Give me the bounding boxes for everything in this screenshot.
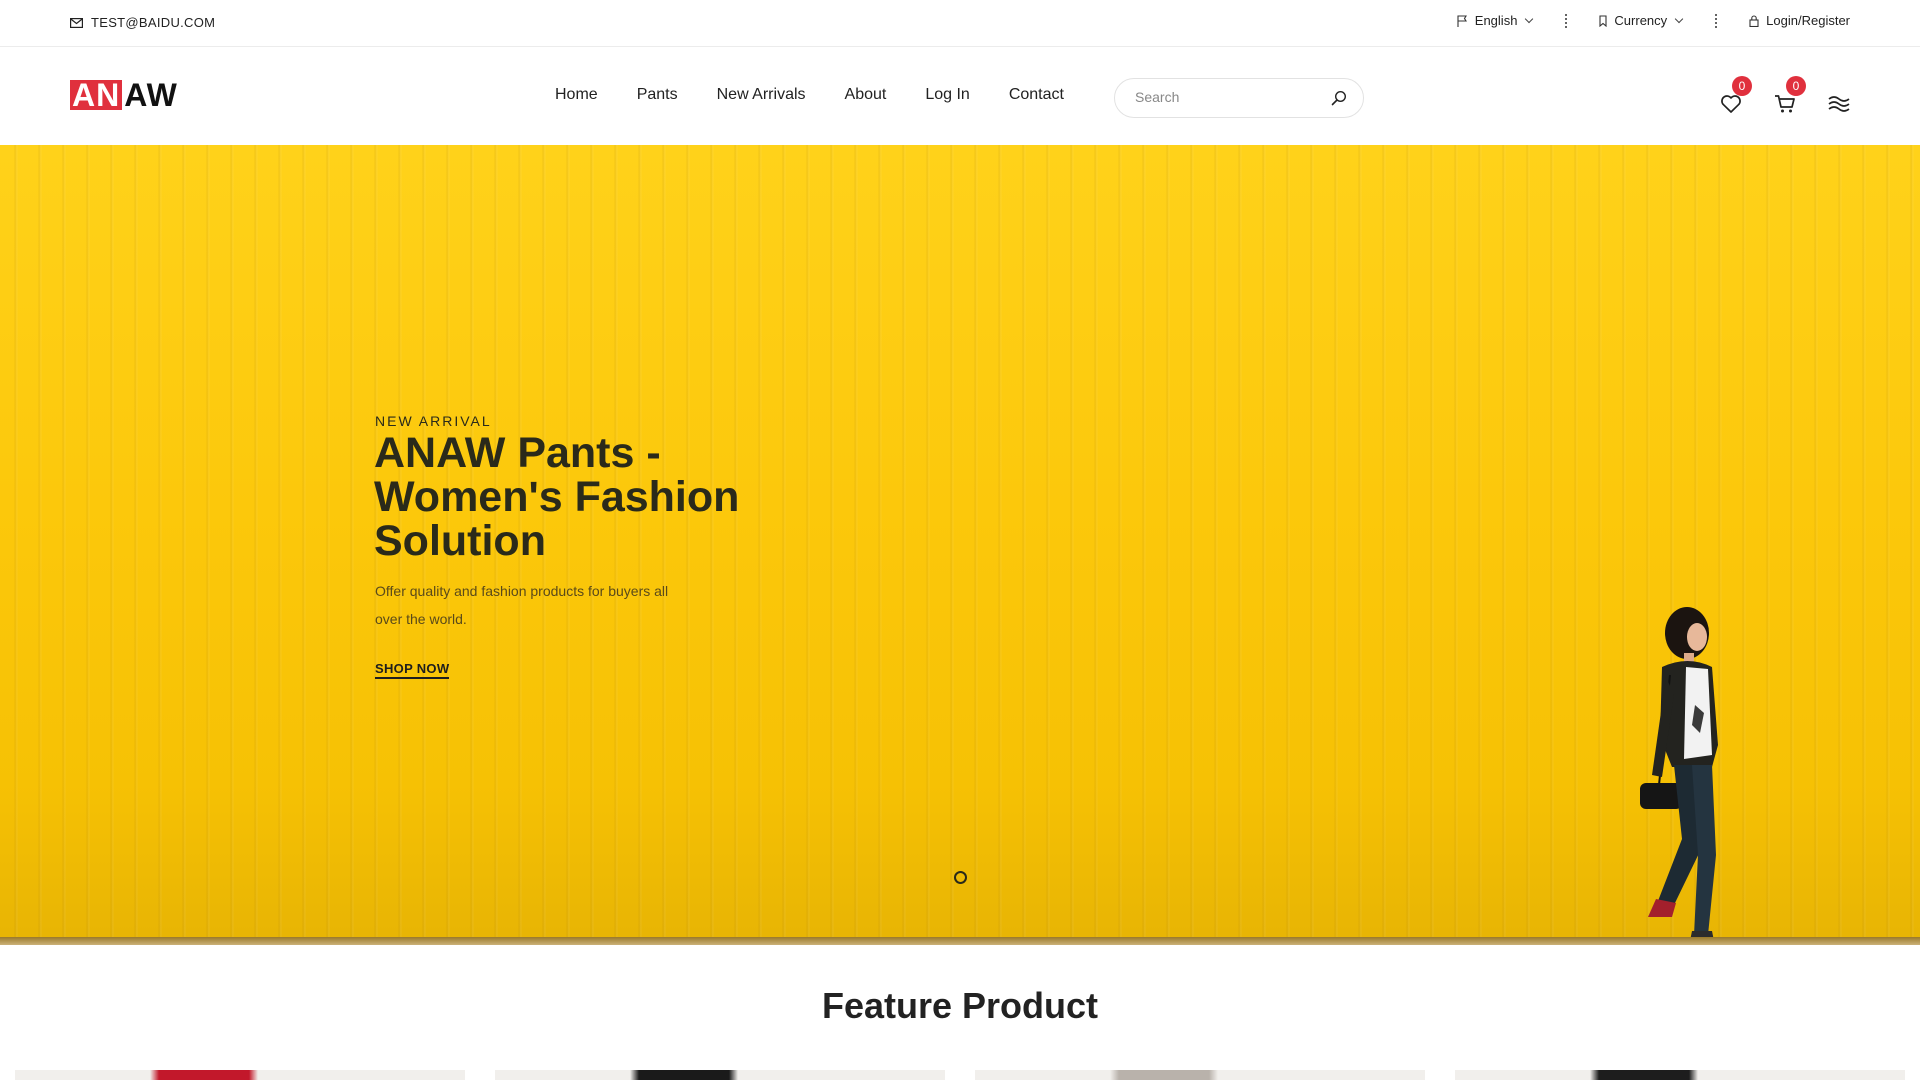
chevron-down-icon <box>1525 14 1534 23</box>
feature-product-list <box>15 1070 1905 1080</box>
shop-now-link[interactable]: SHOP NOW <box>375 661 450 679</box>
nav-log-in[interactable]: Log In <box>925 86 969 104</box>
chevron-down-icon <box>1674 14 1684 23</box>
lock-icon <box>1749 14 1759 27</box>
contact-email[interactable]: TEST@BAIDU.COM <box>70 15 215 30</box>
language-label: English <box>1474 13 1518 28</box>
nav-about[interactable]: About <box>845 86 887 104</box>
cart-icon <box>1775 95 1795 113</box>
search-box <box>1114 78 1364 118</box>
flag-icon <box>1457 14 1467 27</box>
product-card[interactable] <box>975 1070 1425 1080</box>
search-input[interactable] <box>1135 89 1325 105</box>
hero-title: ANAW Pants - Women's Fashion Solution <box>374 429 740 565</box>
ground-strip <box>0 937 1920 945</box>
language-selector[interactable]: English <box>1457 13 1534 28</box>
wavy-menu-icon <box>1828 96 1850 112</box>
hero-kicker: NEW ARRIVAL <box>375 413 492 429</box>
main-header: AN AW Home Pants New Arrivals About Log I… <box>0 48 1920 145</box>
currency-selector[interactable]: Currency <box>1599 13 1684 28</box>
site-logo[interactable]: AN AW <box>70 77 178 113</box>
menu-button[interactable] <box>1828 94 1850 116</box>
product-card[interactable] <box>15 1070 465 1080</box>
divider <box>1714 13 1717 28</box>
cart-button[interactable]: 0 <box>1774 76 1806 116</box>
nav-pants[interactable]: Pants <box>637 86 678 104</box>
bookmark-icon <box>1599 14 1607 27</box>
envelope-icon <box>70 17 83 28</box>
main-nav: Home Pants New Arrivals About Log In Con… <box>555 86 1064 104</box>
product-card[interactable] <box>495 1070 945 1080</box>
wishlist-count-badge: 0 <box>1732 76 1752 96</box>
product-card[interactable] <box>1455 1070 1905 1080</box>
heart-icon <box>1721 95 1741 113</box>
login-register-link[interactable]: Login/Register <box>1749 13 1850 28</box>
currency-label: Currency <box>1614 13 1668 28</box>
divider <box>1564 13 1567 28</box>
feature-product-heading: Feature Product <box>821 985 1099 1026</box>
nav-home[interactable]: Home <box>555 86 598 104</box>
top-bar: TEST@BAIDU.COM English Currency Login/Re… <box>0 0 1920 47</box>
slider-dot[interactable] <box>954 871 967 884</box>
logo-part-red: AN <box>70 77 123 113</box>
email-text: TEST@BAIDU.COM <box>91 15 216 30</box>
hero-banner: NEW ARRIVAL ANAW Pants - Women's Fashion… <box>0 145 1920 945</box>
nav-contact[interactable]: Contact <box>1009 86 1064 104</box>
cart-count-badge: 0 <box>1786 76 1806 96</box>
wishlist-button[interactable]: 0 <box>1720 76 1752 116</box>
search-icon[interactable] <box>1331 90 1347 106</box>
logo-part-black: AW <box>124 77 178 113</box>
nav-new-arrivals[interactable]: New Arrivals <box>717 86 806 104</box>
walking-woman-image <box>1640 607 1718 941</box>
login-label: Login/Register <box>1766 13 1850 28</box>
hero-description: Offer quality and fashion products for b… <box>375 583 669 627</box>
